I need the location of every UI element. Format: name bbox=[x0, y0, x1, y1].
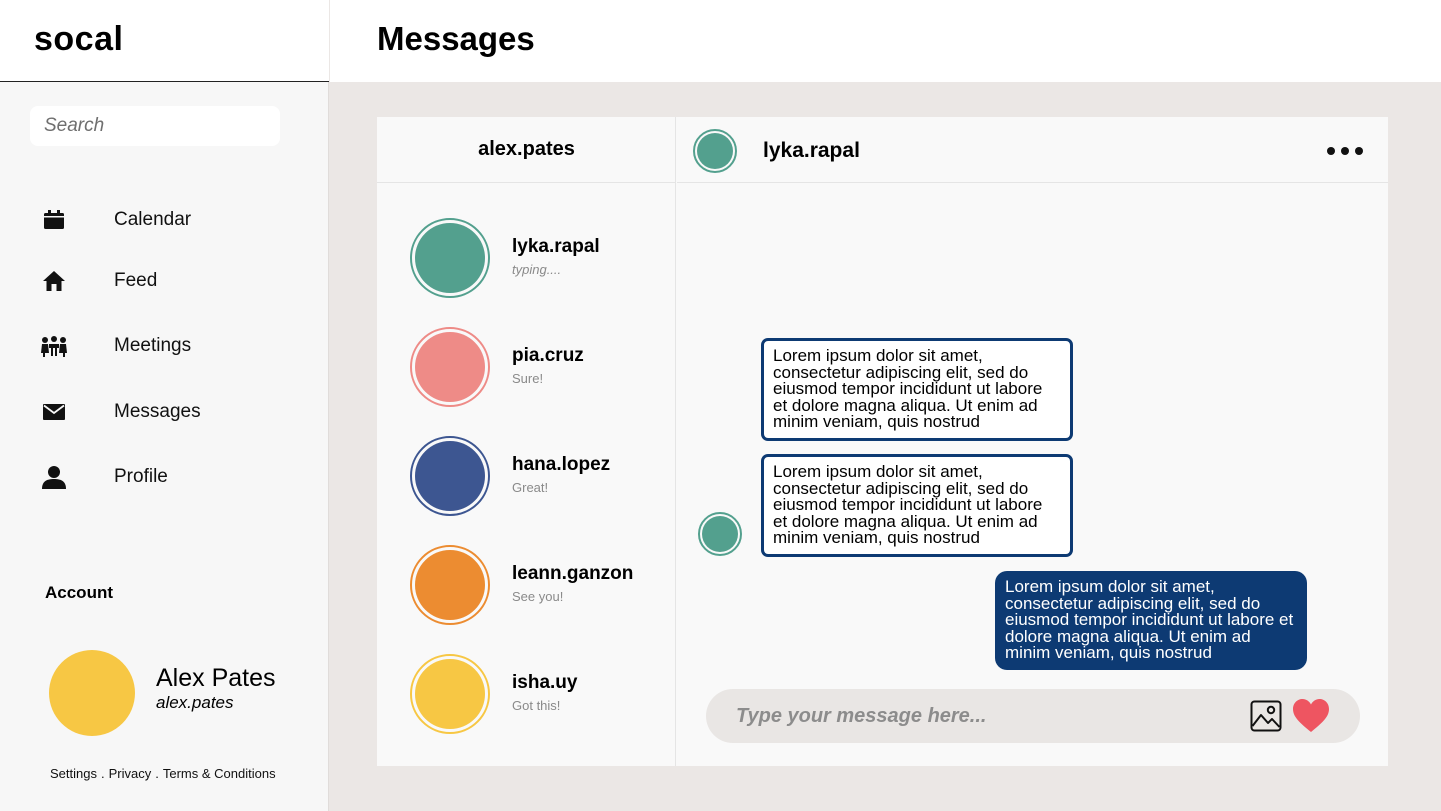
conversation-preview: Got this! bbox=[512, 698, 561, 713]
avatar bbox=[410, 654, 490, 734]
sidebar-item-profile[interactable]: Profile bbox=[40, 462, 300, 492]
avatar bbox=[410, 436, 490, 516]
conversation-item[interactable]: hana.lopez Great! bbox=[410, 436, 670, 516]
message-input[interactable]: Type your message here... bbox=[736, 705, 986, 728]
sidebar: socal Search Calendar Feed Meetings Mess… bbox=[0, 0, 329, 811]
conversation-name: pia.cruz bbox=[512, 345, 584, 366]
message-bubble-outgoing: Lorem ipsum dolor sit amet, consectetur … bbox=[995, 571, 1307, 670]
conversation-item[interactable]: pia.cruz Sure! bbox=[410, 327, 670, 407]
message-bubble-incoming: Lorem ipsum dolor sit amet, consectetur … bbox=[761, 454, 1073, 557]
message-composer[interactable]: Type your message here... bbox=[706, 689, 1360, 743]
heart-icon[interactable] bbox=[1292, 698, 1330, 734]
settings-link[interactable]: Settings bbox=[50, 766, 97, 781]
conversation-name: lyka.rapal bbox=[512, 236, 600, 257]
footer-links: Settings. Privacy. Terms & Conditions bbox=[50, 766, 276, 781]
sidebar-item-messages[interactable]: Messages bbox=[40, 397, 300, 427]
sidebar-item-calendar[interactable]: Calendar bbox=[40, 205, 300, 235]
meetings-icon bbox=[40, 332, 68, 360]
sidebar-item-label: Feed bbox=[114, 270, 158, 291]
conversation-preview: typing.... bbox=[512, 262, 562, 277]
conversation-item[interactable]: isha.uy Got this! bbox=[410, 654, 670, 734]
account-handle: alex.pates bbox=[156, 693, 234, 712]
conversation-item[interactable]: lyka.rapal typing.... bbox=[410, 218, 670, 298]
avatar bbox=[410, 545, 490, 625]
search-input[interactable]: Search bbox=[30, 106, 280, 146]
conversation-list-owner: alex.pates bbox=[377, 117, 676, 183]
messages-panel: alex.pates lyka.rapal typing.... pia.cru… bbox=[377, 117, 1388, 766]
avatar bbox=[410, 218, 490, 298]
conversation-list: alex.pates lyka.rapal typing.... pia.cru… bbox=[377, 117, 676, 766]
privacy-link[interactable]: Privacy bbox=[109, 766, 152, 781]
account-heading: Account bbox=[45, 583, 113, 602]
calendar-icon bbox=[40, 206, 68, 234]
sidebar-item-label: Meetings bbox=[114, 335, 192, 356]
footer-separator: . bbox=[100, 766, 105, 781]
more-options-icon[interactable] bbox=[1327, 139, 1363, 163]
avatar bbox=[410, 327, 490, 407]
conversation-name: leann.ganzon bbox=[512, 563, 634, 584]
sidebar-item-feed[interactable]: Feed bbox=[40, 266, 300, 296]
brand-bar: socal bbox=[0, 0, 329, 82]
chat-header: lyka.rapal bbox=[677, 117, 1388, 183]
image-icon[interactable] bbox=[1250, 700, 1282, 732]
sidebar-item-meetings[interactable]: Meetings bbox=[40, 331, 300, 361]
avatar bbox=[698, 512, 742, 556]
conversation-preview: Great! bbox=[512, 480, 549, 495]
brand-logo[interactable]: socal bbox=[34, 20, 123, 59]
user-icon bbox=[40, 463, 68, 491]
conversation-name: hana.lopez bbox=[512, 454, 611, 475]
conversation-name: isha.uy bbox=[512, 672, 578, 693]
conversation-preview: Sure! bbox=[512, 371, 544, 386]
conversation-preview: See you! bbox=[512, 589, 564, 604]
message-bubble-incoming: Lorem ipsum dolor sit amet, consectetur … bbox=[761, 338, 1073, 441]
account-name: Alex Pates bbox=[156, 664, 276, 692]
avatar[interactable] bbox=[693, 129, 737, 173]
sidebar-item-label: Profile bbox=[114, 466, 168, 487]
home-icon bbox=[40, 267, 68, 295]
top-header: Messages bbox=[330, 0, 1441, 82]
footer-separator: . bbox=[155, 766, 159, 781]
page-title: Messages bbox=[377, 20, 535, 57]
terms-link[interactable]: Terms & Conditions bbox=[163, 766, 276, 781]
mail-icon bbox=[40, 398, 68, 426]
chat-contact-name: lyka.rapal bbox=[763, 139, 860, 162]
conversation-item[interactable]: leann.ganzon See you! bbox=[410, 545, 670, 625]
sidebar-item-label: Calendar bbox=[114, 209, 192, 230]
sidebar-item-label: Messages bbox=[114, 401, 201, 422]
avatar[interactable] bbox=[49, 650, 135, 736]
